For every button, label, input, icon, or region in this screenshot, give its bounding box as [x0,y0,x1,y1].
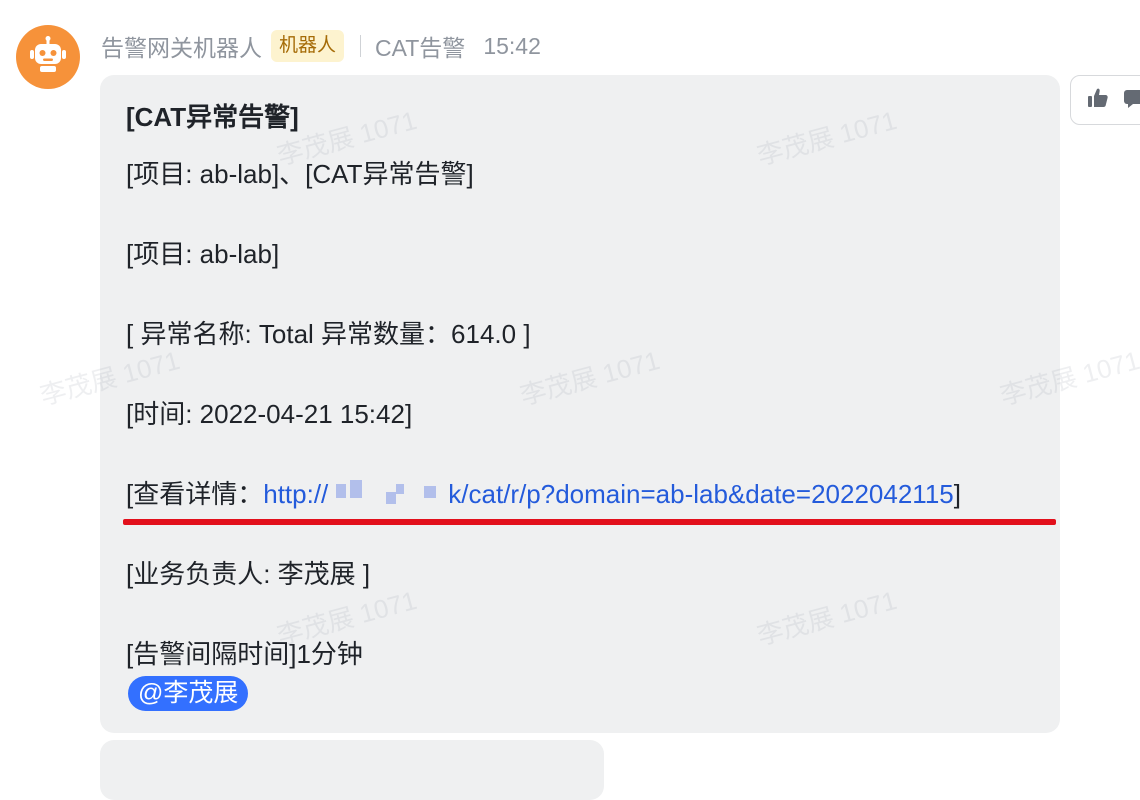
project-line: [项目: ab-lab] [126,239,280,269]
detail-prefix: [查看详情： [126,479,264,509]
thumbs-up-icon [1086,86,1110,115]
detail-line: [查看详情：http:// k/cat/r/p?domain=ab-lab&dat… [126,476,961,512]
detail-link[interactable]: http:// k/cat/r/p?domain=ab-lab&date=2022… [263,479,954,509]
detail-suffix: ] [953,479,961,509]
message-title: [CAT异常告警] [126,102,299,132]
user-mention[interactable]: @李茂展 [128,676,249,711]
next-message-bubble [100,740,604,800]
header-divider [360,35,362,57]
robot-icon [28,35,68,80]
reply-icon [1122,86,1140,115]
project-alert-line: [项目: ab-lab]、[CAT异常告警] [126,159,474,189]
sender-name[interactable]: 告警网关机器人 [101,29,262,63]
reply-button[interactable] [1119,85,1140,115]
detail-link-end: k/cat/r/p?domain=ab-lab&date=2022042115 [448,479,954,509]
time-line: [时间: 2022-04-21 15:42] [126,399,413,429]
redacted-host [328,476,448,512]
red-highlight-underline [123,519,1056,525]
message-header: 告警网关机器人 机器人 CAT告警 15:42 [101,28,541,64]
bot-badge: 机器人 [271,30,345,62]
exception-line: [ 异常名称: Total 异常数量：614.0 ] [126,319,531,349]
detail-link-start: http:// [263,479,329,509]
owner-line: [业务负责人: 李茂展 ] [126,559,371,589]
thumbs-up-button[interactable] [1083,85,1113,115]
group-name[interactable]: CAT告警 [375,29,465,63]
message-actions [1070,75,1140,125]
interval-line: [告警间隔时间]1分钟 [126,639,363,669]
bot-avatar[interactable] [16,25,80,89]
message-time: 15:42 [483,32,541,59]
